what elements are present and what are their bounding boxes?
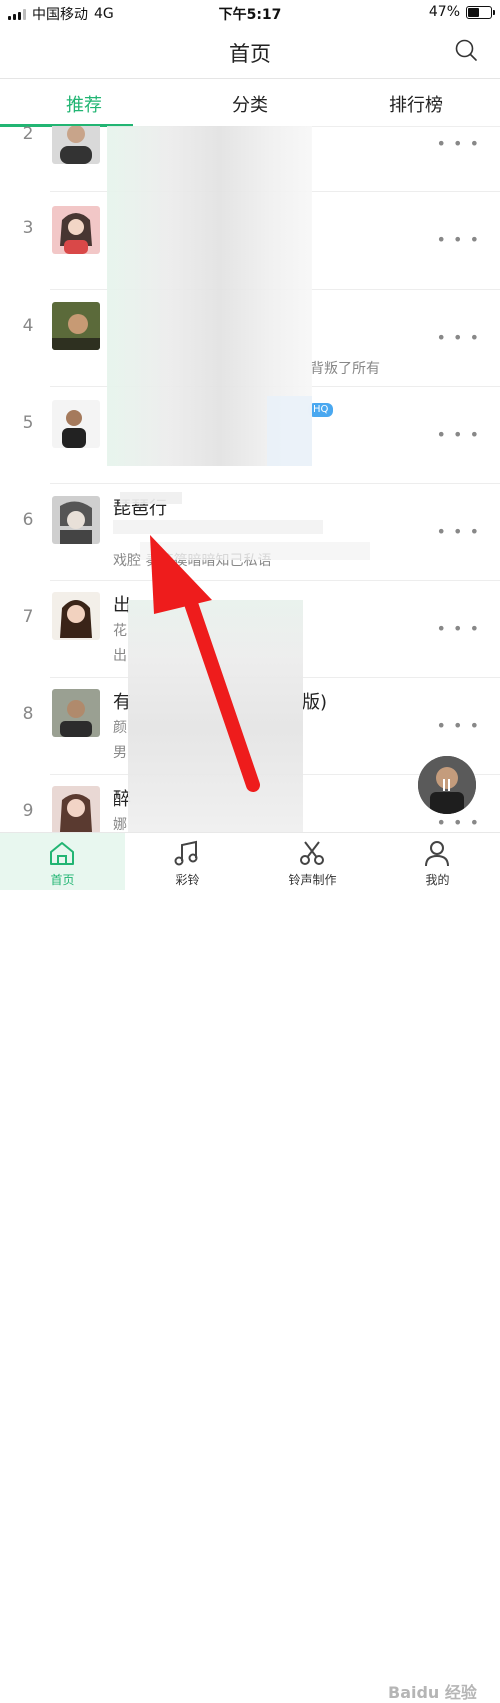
ringtone-list[interactable]: 2 • • • 3 • • • 4 背叛了所有 • • • 5 HQ • • •	[0, 126, 500, 832]
more-button[interactable]: • • •	[437, 425, 480, 444]
more-button[interactable]: • • •	[437, 134, 480, 153]
cover-thumbnail	[52, 206, 100, 254]
more-button[interactable]: • • •	[437, 522, 480, 541]
home-icon	[50, 842, 74, 865]
more-button[interactable]: • • •	[437, 716, 480, 735]
page-title: 首页	[229, 42, 271, 66]
song-description: 男	[113, 745, 127, 761]
nav-ringtone-maker[interactable]: 铃声制作	[250, 833, 375, 890]
user-icon	[425, 841, 449, 867]
nav-home-label: 首页	[50, 873, 75, 887]
app-header: 首页	[0, 26, 500, 76]
cover-thumbnail	[52, 689, 100, 737]
tab-category[interactable]: 分类	[232, 91, 268, 117]
scissors-icon	[300, 841, 324, 865]
status-bar: 中国移动 4G 下午5:17 47%	[0, 0, 500, 26]
tab-recommend[interactable]: 推荐	[66, 91, 102, 117]
battery-percent: 47%	[428, 4, 460, 20]
pixelated-region	[140, 542, 370, 560]
battery-icon	[466, 5, 495, 19]
rank-number: 2	[22, 126, 34, 144]
cover-thumbnail	[52, 592, 100, 640]
tab-bar: 推荐 分类 排行榜	[0, 78, 500, 127]
more-button[interactable]: • • •	[437, 230, 480, 249]
more-button[interactable]: • • •	[437, 328, 480, 347]
cover-thumbnail	[52, 302, 100, 350]
nav-mine[interactable]: 我的	[375, 833, 500, 890]
song-artist: 花	[113, 623, 127, 639]
pixelated-region	[267, 396, 312, 466]
nav-coloring-ring[interactable]: 彩铃	[125, 833, 250, 890]
song-description: 背叛了所有	[310, 361, 380, 377]
song-description: 出	[113, 648, 127, 664]
bottom-nav: 首页 彩铃 铃声制作 我的 Baidu 经验	[0, 832, 500, 1702]
rank-number: 4	[22, 316, 34, 336]
battery-group: 47%	[428, 4, 495, 20]
song-artist: 颜	[113, 720, 127, 736]
pause-icon	[443, 779, 445, 791]
clock: 下午5:17	[218, 7, 282, 23]
rank-number: 7	[22, 607, 34, 627]
player-cover	[418, 756, 476, 814]
mini-player[interactable]	[418, 756, 476, 814]
rank-number: 6	[22, 510, 34, 530]
nav-ringtone-maker-label: 铃声制作	[288, 873, 337, 887]
tab-ranking[interactable]: 排行榜	[389, 91, 443, 117]
pixelated-region	[128, 600, 303, 832]
cover-thumbnail	[52, 400, 100, 448]
rank-number: 3	[22, 218, 34, 238]
music-note-icon	[174, 840, 198, 866]
song-artist: 娜	[113, 817, 127, 832]
search-icon[interactable]	[454, 38, 478, 62]
pixelated-region	[120, 492, 182, 504]
cover-thumbnail	[52, 126, 100, 164]
rank-number: 9	[22, 801, 34, 821]
watermark: Baidu 经验	[388, 1683, 477, 1702]
cover-thumbnail	[52, 496, 100, 544]
rank-number: 8	[22, 704, 34, 724]
song-title-suffix: 版)	[302, 692, 328, 713]
nav-coloring-ring-label: 彩铃	[175, 873, 200, 887]
nav-home[interactable]: 首页	[0, 833, 125, 890]
more-button[interactable]: • • •	[437, 813, 480, 832]
more-button[interactable]: • • •	[437, 619, 480, 638]
nav-mine-label: 我的	[425, 873, 450, 887]
rank-number: 5	[22, 413, 34, 433]
pixelated-region	[113, 520, 323, 534]
cover-thumbnail	[52, 786, 100, 832]
